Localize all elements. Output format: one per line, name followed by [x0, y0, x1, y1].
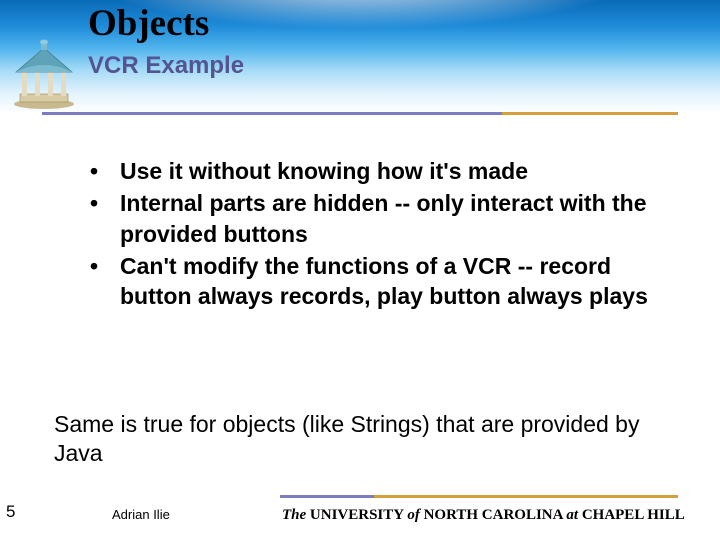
- slide-title: Objects: [88, 2, 209, 45]
- university-name: The UNIVERSITY of NORTH CAROLINA at CHAP…: [282, 507, 685, 524]
- footer-divider: [280, 495, 678, 498]
- univ-word: NORTH CAROLINA: [420, 507, 567, 523]
- header-banner: Objects VCR Example: [0, 0, 720, 114]
- summary-text: Same is true for objects (like Strings) …: [54, 410, 644, 469]
- bullet-list: Use it without knowing how it's made Int…: [90, 156, 650, 314]
- univ-word: UNIVERSITY: [306, 507, 407, 523]
- list-item: Can't modify the functions of a VCR -- r…: [90, 251, 650, 312]
- univ-word: The: [282, 507, 306, 523]
- old-well-logo: [10, 38, 78, 110]
- author-name: Adrian Ilie: [112, 507, 170, 522]
- list-item: Use it without knowing how it's made: [90, 156, 650, 186]
- list-item: Internal parts are hidden -- only intera…: [90, 188, 650, 249]
- header-divider: [42, 112, 678, 115]
- univ-word: CHAPEL HILL: [578, 507, 685, 523]
- page-number: 5: [6, 502, 15, 522]
- univ-word: of: [407, 507, 420, 523]
- univ-word: at: [566, 507, 578, 523]
- slide-subtitle: VCR Example: [88, 52, 244, 80]
